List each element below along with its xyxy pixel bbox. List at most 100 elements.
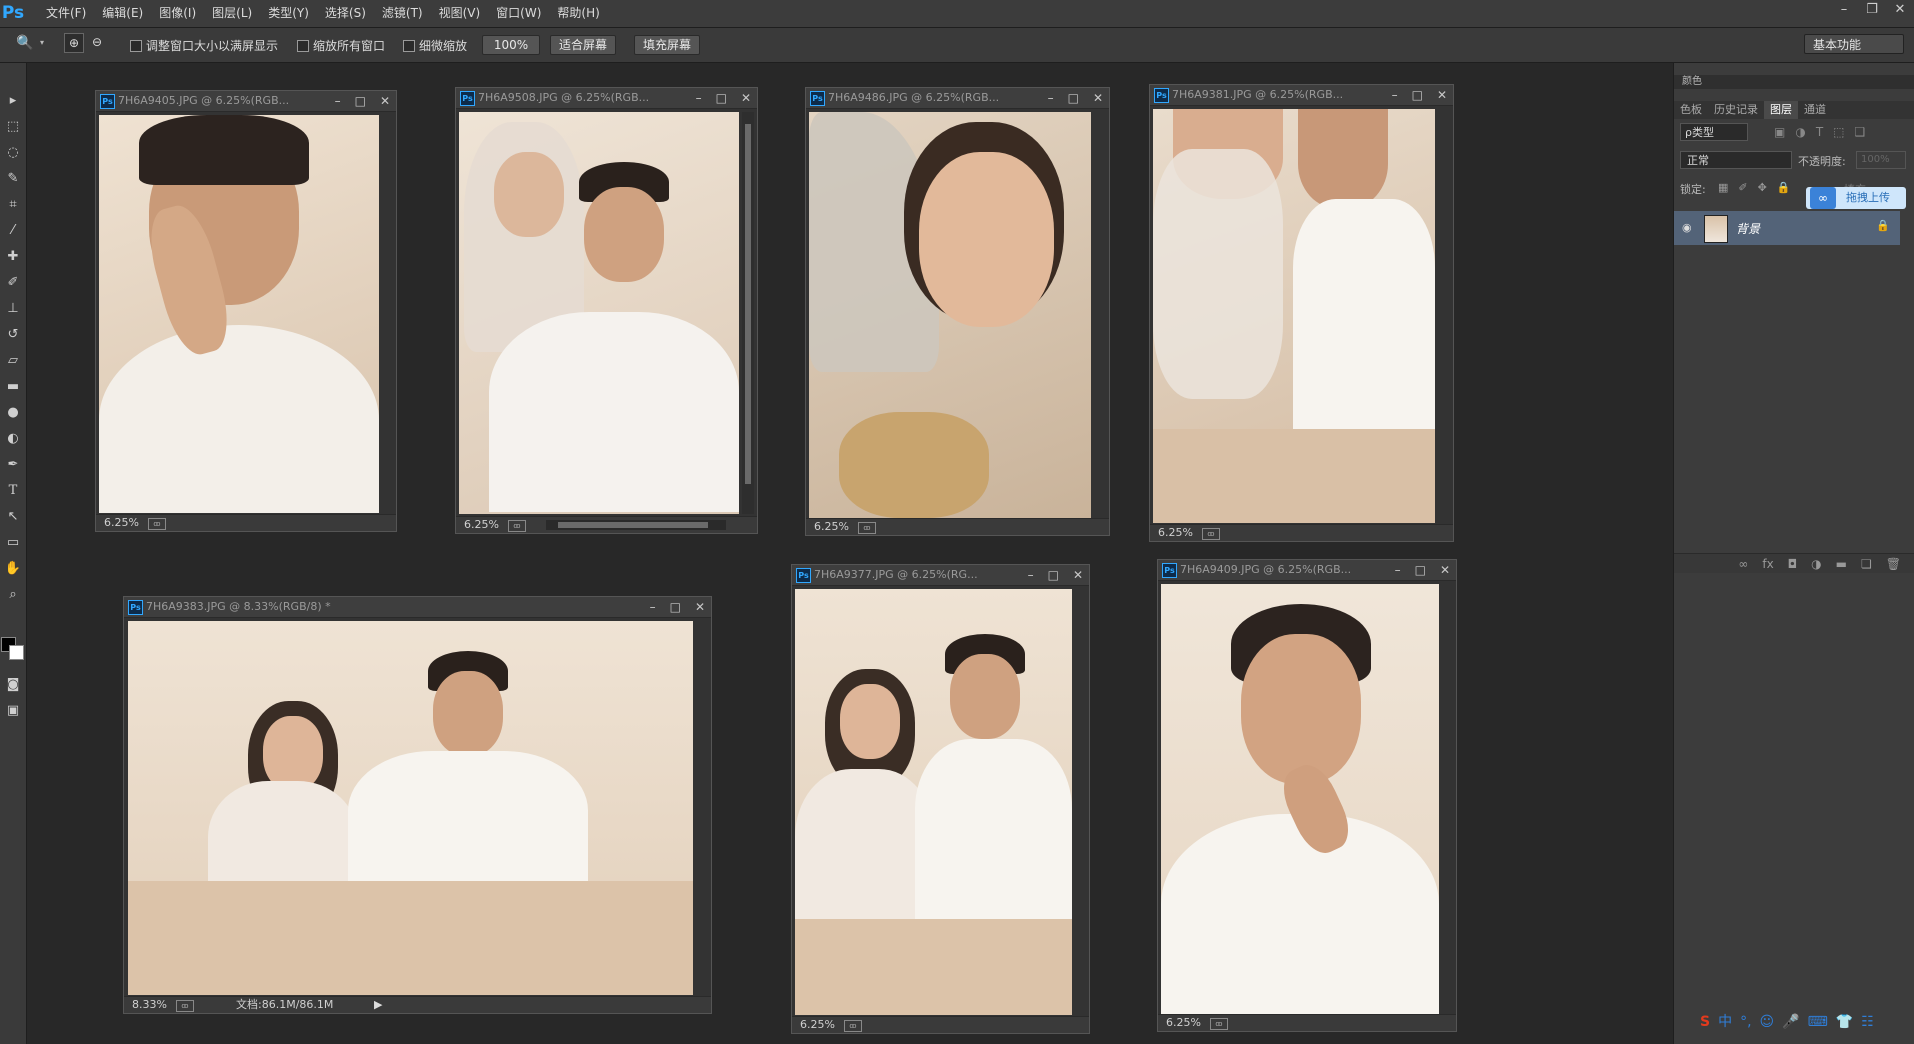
menu-help[interactable]: 帮助(H)	[549, 0, 607, 27]
sogou-ime-icon[interactable]: S	[1700, 1012, 1710, 1032]
fill-screen-button[interactable]: 填充屏幕	[634, 35, 701, 55]
photo-canvas[interactable]	[459, 112, 739, 514]
zoom-all-windows-checkbox[interactable]: 缩放所有窗口	[297, 37, 385, 54]
menu-image[interactable]: 图像(I)	[151, 0, 204, 27]
emoji-icon[interactable]: ☺	[1760, 1012, 1775, 1032]
zoom-level[interactable]: 8.33%	[132, 997, 167, 1013]
tool-preset-chevron-icon[interactable]: ▾	[40, 38, 44, 47]
path-select-icon[interactable]: ↖	[3, 507, 23, 527]
fit-screen-button[interactable]: 适合屏幕	[550, 35, 617, 55]
zoom-level[interactable]: 6.25%	[1166, 1015, 1201, 1031]
document-window[interactable]: Ps 7H6A9508.JPG @ 6.25%(RGB... – □ ✕ 6.25% ꝏ	[455, 87, 758, 534]
menu-edit[interactable]: 编辑(E)	[94, 0, 151, 27]
minimize-button[interactable]: –	[1830, 0, 1858, 20]
zoom-level[interactable]: 6.25%	[800, 1017, 835, 1033]
brush-tool-icon[interactable]: ✐	[3, 273, 23, 293]
adjust-filter-icon[interactable]: ◑	[1795, 125, 1805, 139]
document-window[interactable]: Ps 7H6A9381.JPG @ 6.25%(RGB... – □ ✕ 6.25% ꝏ	[1149, 84, 1454, 542]
status-menu-icon[interactable]: ꝏ	[858, 522, 876, 534]
document-titlebar[interactable]: Ps 7H6A9383.JPG @ 8.33%(RGB/8) * – □ ✕	[124, 597, 711, 618]
menu-file[interactable]: 文件(F)	[38, 0, 94, 27]
type-filter-icon[interactable]: T	[1816, 125, 1823, 139]
history-brush-icon[interactable]: ↺	[3, 325, 23, 345]
restore-button[interactable]: ❐	[1858, 0, 1886, 20]
keyboard-icon[interactable]: ⌨	[1808, 1012, 1828, 1032]
zoom-in-icon[interactable]: ⊕	[64, 33, 84, 53]
document-titlebar[interactable]: Ps 7H6A9405.JPG @ 6.25%(RGB... – □ ✕	[96, 91, 396, 112]
quick-select-tool-icon[interactable]: ✎	[3, 169, 23, 189]
status-menu-icon[interactable]: ꝏ	[844, 1020, 862, 1032]
doc-minimize-button[interactable]: –	[1028, 565, 1034, 585]
doc-close-button[interactable]: ✕	[1437, 85, 1447, 105]
screen-mode-icon[interactable]: ▣	[3, 701, 23, 721]
opacity-field[interactable]: 100%	[1856, 151, 1906, 169]
zoom-level[interactable]: 6.25%	[814, 519, 849, 535]
tab-swatches[interactable]: 色板	[1674, 101, 1708, 119]
layer-name[interactable]: 背景	[1736, 220, 1760, 237]
new-layer-icon[interactable]: ❏	[1861, 554, 1872, 573]
doc-maximize-button[interactable]: □	[670, 597, 681, 617]
document-window[interactable]: Ps 7H6A9377.JPG @ 6.25%(RG... – □ ✕ 6.25% ꝏ	[791, 564, 1090, 1034]
doc-maximize-button[interactable]: □	[1415, 560, 1426, 580]
tab-layers[interactable]: 图层	[1764, 101, 1798, 119]
layer-row-background[interactable]: ◉ 背景 🔒	[1674, 211, 1900, 245]
status-menu-icon[interactable]: ꝏ	[148, 518, 166, 530]
stamp-tool-icon[interactable]: ⊥	[3, 299, 23, 319]
tab-channels[interactable]: 通道	[1798, 101, 1832, 119]
doc-close-button[interactable]: ✕	[380, 91, 390, 111]
hand-tool-icon[interactable]: ✋	[3, 559, 23, 579]
gradient-tool-icon[interactable]: ▬	[3, 377, 23, 397]
lock-pixels-icon[interactable]: ▦	[1718, 181, 1728, 194]
dodge-tool-icon[interactable]: ◐	[3, 429, 23, 449]
shape-filter-icon[interactable]: ⬚	[1833, 125, 1844, 139]
document-titlebar[interactable]: Ps 7H6A9508.JPG @ 6.25%(RGB... – □ ✕	[456, 88, 757, 109]
microphone-icon[interactable]: 🎤	[1782, 1012, 1799, 1032]
zoom-out-icon[interactable]: ⊖	[88, 33, 106, 51]
photo-canvas[interactable]	[795, 589, 1072, 1015]
status-menu-icon[interactable]: ꝏ	[508, 520, 526, 532]
toolbox-icon[interactable]: ☷	[1861, 1012, 1874, 1032]
scrollbar-thumb[interactable]	[558, 522, 708, 528]
document-window[interactable]: Ps 7H6A9383.JPG @ 8.33%(RGB/8) * – □ ✕ 8.33%…	[123, 596, 712, 1014]
photo-canvas[interactable]	[1153, 109, 1435, 523]
menu-filter[interactable]: 滤镜(T)	[374, 0, 431, 27]
doc-minimize-button[interactable]: –	[1395, 560, 1401, 580]
skin-icon[interactable]: 👕	[1836, 1012, 1853, 1032]
menu-window[interactable]: 窗口(W)	[488, 0, 549, 27]
pen-tool-icon[interactable]: ✒	[3, 455, 23, 475]
eraser-tool-icon[interactable]: ▱	[3, 351, 23, 371]
scrollbar-thumb[interactable]	[745, 124, 751, 484]
doc-maximize-button[interactable]: □	[716, 88, 727, 108]
zoom-tool-icon[interactable]: ⌕	[3, 585, 23, 605]
doc-close-button[interactable]: ✕	[695, 597, 705, 617]
group-icon[interactable]: ▬	[1836, 554, 1847, 573]
doc-maximize-button[interactable]: □	[1412, 85, 1423, 105]
status-menu-icon[interactable]: ꝏ	[176, 1000, 194, 1012]
doc-minimize-button[interactable]: –	[1392, 85, 1398, 105]
fx-icon[interactable]: fx	[1762, 554, 1773, 573]
document-window[interactable]: Ps 7H6A9409.JPG @ 6.25%(RGB... – □ ✕ 6.25% ꝏ	[1157, 559, 1457, 1032]
move-tool-icon[interactable]: ▸	[3, 91, 23, 111]
zoom-100-button[interactable]: 100%	[482, 35, 540, 55]
doc-maximize-button[interactable]: □	[1048, 565, 1059, 585]
status-arrow-icon[interactable]: ▶	[374, 997, 382, 1013]
doc-maximize-button[interactable]: □	[1068, 88, 1079, 108]
photo-canvas[interactable]	[99, 115, 379, 513]
menu-type[interactable]: 类型(Y)	[260, 0, 317, 27]
zoom-level[interactable]: 6.25%	[104, 515, 139, 531]
marquee-tool-icon[interactable]: ⬚	[3, 117, 23, 137]
link-layers-icon[interactable]: ∞	[1738, 554, 1748, 573]
lock-all-icon[interactable]: 🔒	[1777, 181, 1791, 194]
delete-layer-icon[interactable]: 🗑	[1886, 554, 1901, 573]
type-tool-icon[interactable]: T	[3, 481, 23, 501]
visibility-eye-icon[interactable]: ◉	[1682, 221, 1692, 234]
crop-tool-icon[interactable]: ⌗	[3, 195, 23, 215]
layer-kind-filter[interactable]: ρ类型	[1680, 123, 1748, 141]
color-panel-header[interactable]: 颜色	[1674, 75, 1914, 89]
lasso-tool-icon[interactable]: ◌	[3, 143, 23, 163]
zoom-level[interactable]: 6.25%	[1158, 525, 1193, 541]
doc-close-button[interactable]: ✕	[1440, 560, 1450, 580]
menu-layer[interactable]: 图层(L)	[204, 0, 260, 27]
document-titlebar[interactable]: Ps 7H6A9409.JPG @ 6.25%(RGB... – □ ✕	[1158, 560, 1456, 581]
document-titlebar[interactable]: Ps 7H6A9486.JPG @ 6.25%(RGB... – □ ✕	[806, 88, 1109, 109]
